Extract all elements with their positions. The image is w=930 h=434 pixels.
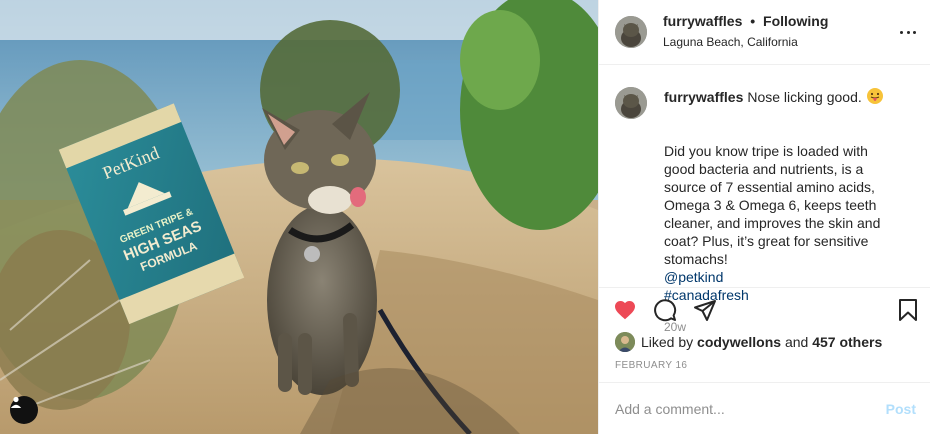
heart-icon[interactable] [613, 298, 637, 322]
separator-dot: • [750, 13, 756, 30]
caption-username[interactable]: furrywaffles [664, 89, 743, 105]
likes-prefix: Liked by [641, 334, 694, 351]
cat-avatar-icon [615, 86, 647, 119]
comment-input[interactable] [615, 400, 886, 417]
header-text: furrywaffles • Following Laguna Beach, C… [663, 12, 828, 51]
post-photo[interactable]: PetKind GREEN TRIPE & HIGH SEAS FORMULA [0, 0, 598, 434]
author-username[interactable]: furrywaffles [663, 13, 742, 29]
more-dot-icon [906, 30, 910, 34]
share-icon[interactable] [693, 298, 717, 322]
more-dot-icon [900, 30, 903, 34]
action-bar [599, 288, 930, 332]
likes-summary: Liked by codywellons and 457 others [599, 332, 930, 353]
instagram-post: PetKind GREEN TRIPE & HIGH SEAS FORMULA [0, 0, 930, 434]
more-options-button[interactable] [900, 24, 916, 40]
post-sidebar: furrywaffles • Following Laguna Beach, C… [598, 0, 930, 434]
bookmark-icon[interactable] [896, 298, 920, 322]
liker-username[interactable]: codywellons [697, 334, 781, 350]
person-icon [10, 396, 22, 408]
post-header: furrywaffles • Following Laguna Beach, C… [599, 0, 930, 65]
caption-area: furrywaffles Nose licking good. Did you k… [599, 65, 930, 334]
author-avatar[interactable] [615, 15, 647, 48]
caption: furrywaffles Nose licking good. Did you k… [664, 87, 898, 334]
post-comment-button[interactable]: Post [886, 401, 916, 417]
photo-illustration: PetKind GREEN TRIPE & HIGH SEAS FORMULA [0, 0, 598, 434]
caption-headline: Nose licking good. [747, 88, 862, 105]
cat-avatar-icon [615, 15, 647, 48]
tongue-emoji-icon [866, 87, 883, 104]
post-date[interactable]: FEBRUARY 16 [599, 352, 930, 382]
caption-body: Did you know tripe is loaded with good b… [664, 142, 881, 267]
more-dot-icon [913, 30, 916, 34]
mention-link[interactable]: @petkind [664, 269, 723, 285]
action-group [613, 298, 717, 322]
add-comment-bar: Post [599, 382, 930, 434]
comment-icon[interactable] [653, 298, 677, 322]
liker-avatar[interactable] [615, 332, 635, 353]
post-location[interactable]: Laguna Beach, California [663, 33, 828, 51]
person-avatar-icon [615, 332, 635, 353]
likes-joiner: and [784, 334, 809, 351]
likes-others-link[interactable]: 457 others [812, 334, 882, 350]
caption-avatar[interactable] [615, 86, 647, 119]
tagged-users-button[interactable] [10, 396, 38, 424]
following-button[interactable]: Following [763, 13, 828, 29]
